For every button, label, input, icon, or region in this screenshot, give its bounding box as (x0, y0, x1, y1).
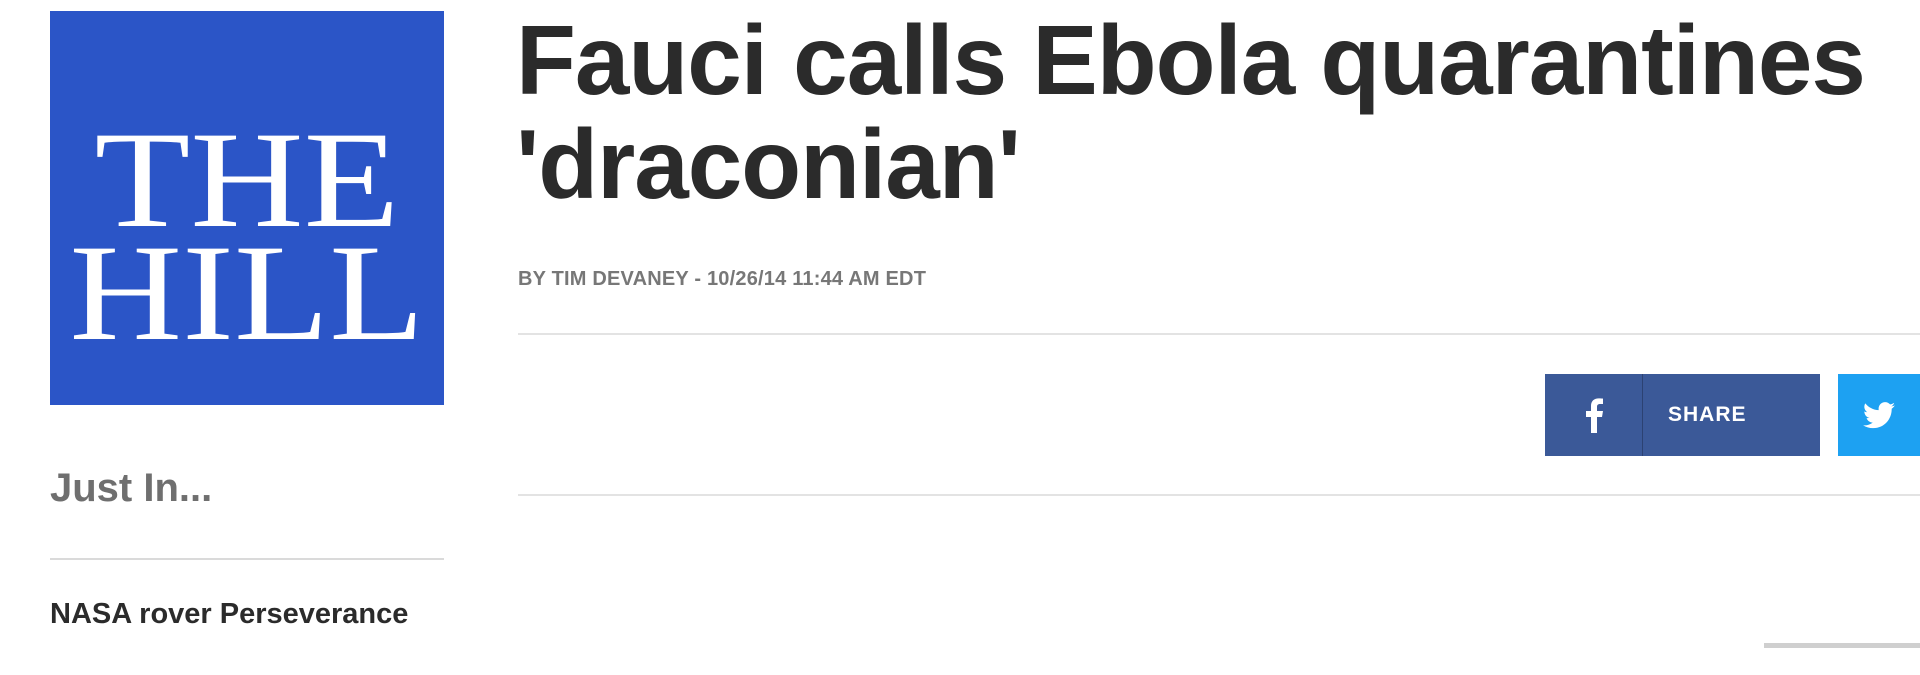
sidebar-divider (50, 558, 444, 560)
facebook-share-button[interactable]: SHARE (1545, 374, 1820, 456)
twitter-icon (1863, 401, 1895, 428)
article-title-line-1: Fauci calls Ebola quarantines (516, 5, 1866, 115)
just-in-heading: Just In... (50, 466, 213, 510)
twitter-share-button[interactable] (1838, 374, 1920, 456)
share-bar-top-divider (518, 333, 1920, 335)
sidebar-headline-link[interactable]: NASA rover Perseverance (50, 595, 444, 634)
facebook-share-label: SHARE (1668, 403, 1747, 426)
logo-line-hill: HILL (70, 216, 425, 369)
share-bar-bottom-divider (518, 494, 1920, 496)
article-title: Fauci calls Ebola quarantines 'draconian… (516, 8, 1920, 216)
article-title-line-2: 'draconian' (516, 109, 1021, 219)
article-byline: BY TIM DEVANEY - 10/26/14 11:44 AM EDT (518, 268, 927, 290)
the-hill-logo-graphic: THE HILL (70, 103, 425, 369)
facebook-icon (1545, 374, 1643, 456)
site-logo[interactable]: THE HILL (50, 11, 444, 405)
scroll-indicator (1764, 643, 1920, 648)
